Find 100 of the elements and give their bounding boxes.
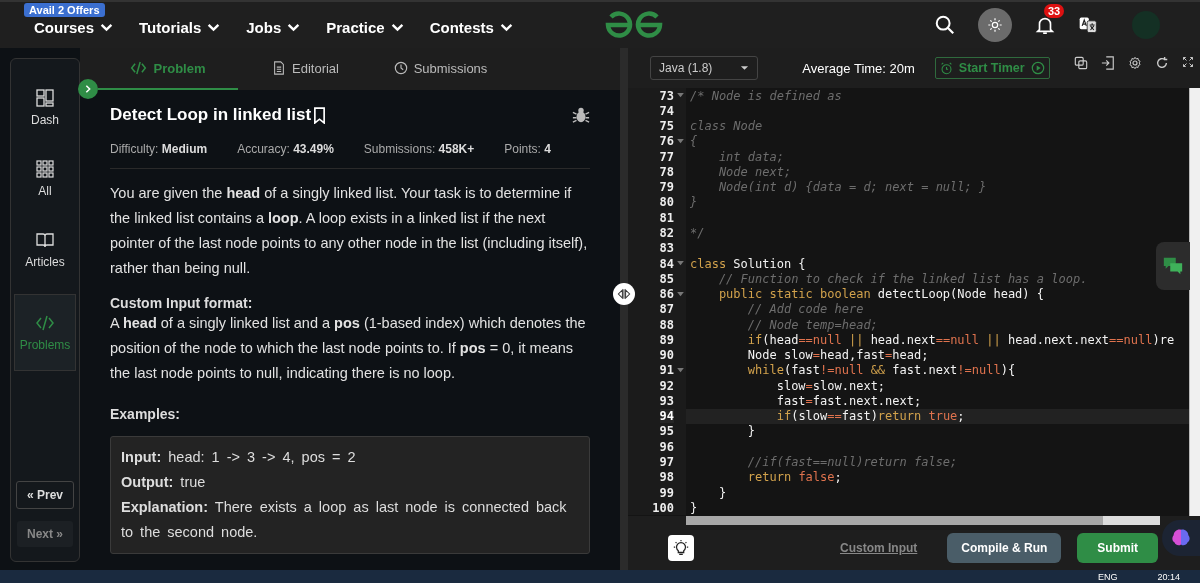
- code-line: if(slow==fast)return true;: [775, 409, 965, 424]
- problem-stat: Submissions: 458K+: [363, 142, 475, 156]
- theme-toggle-button[interactable]: [978, 8, 1012, 42]
- ai-assistant-button[interactable]: [1162, 520, 1200, 556]
- compile-run-button[interactable]: Compile & Run: [947, 532, 1062, 563]
- line-number: 73: [659, 88, 674, 103]
- code-line: */: [689, 226, 705, 240]
- prev-button[interactable]: « Prev: [16, 481, 74, 509]
- nav-menu-item[interactable]: Contests: [429, 18, 513, 36]
- line-number: 80: [659, 195, 674, 210]
- code-line: Node slow=head,fast=head;: [746, 348, 929, 363]
- code-line: fast=fast.next.next;: [775, 393, 922, 408]
- fold-caret-icon[interactable]: [676, 93, 684, 99]
- line-number: 81: [659, 210, 674, 225]
- nav-menu-item[interactable]: Tutorials: [139, 18, 221, 36]
- line-number: 94: [659, 409, 674, 424]
- line-number: 84: [659, 256, 674, 271]
- custom-input-link[interactable]: Custom Input: [834, 539, 924, 556]
- horizontal-scrollbar[interactable]: [686, 516, 1160, 525]
- keyboard-language[interactable]: ENG: [1097, 571, 1118, 582]
- line-number: 82: [659, 226, 674, 240]
- hint-button[interactable]: [668, 534, 694, 561]
- translate-icon[interactable]: [1078, 15, 1098, 35]
- problem-stat: Points: 4: [504, 142, 551, 156]
- line-number: 78: [659, 164, 674, 179]
- vertical-scrollbar[interactable]: [1189, 88, 1200, 516]
- code-line: // Node temp=head;: [746, 317, 878, 332]
- average-time-label: Average Time: 20m: [802, 60, 915, 76]
- tab[interactable]: Submissions: [373, 48, 508, 90]
- tab[interactable]: Problem: [98, 48, 238, 90]
- code-line: Node next;: [717, 164, 792, 179]
- code-line: }: [689, 500, 698, 515]
- sidebar-item[interactable]: Problems: [14, 294, 76, 371]
- dashboard-icon: [35, 88, 55, 108]
- section-heading: Custom Input format:: [110, 295, 254, 311]
- tab[interactable]: Editorial: [238, 48, 373, 90]
- copy-icon[interactable]: [1073, 56, 1088, 70]
- line-number: 99: [659, 485, 674, 500]
- code-line: return false;: [746, 470, 842, 485]
- alarm-icon: [939, 61, 953, 75]
- submit-button[interactable]: Submit: [1077, 532, 1158, 563]
- line-number: 83: [659, 241, 674, 256]
- line-number: 89: [659, 332, 674, 347]
- nav-menu-item[interactable]: Jobs: [246, 18, 301, 36]
- code-line: }: [689, 195, 698, 210]
- reset-icon[interactable]: [1154, 56, 1169, 70]
- problem-stat: Accuracy: 43.49%: [237, 142, 334, 156]
- code-editor[interactable]: [628, 88, 1189, 516]
- import-icon[interactable]: [1100, 56, 1115, 70]
- expand-button[interactable]: [78, 79, 98, 99]
- line-number: 93: [659, 393, 674, 408]
- offers-badge[interactable]: Avail 2 Offers: [24, 3, 105, 17]
- bookmark-icon[interactable]: [313, 106, 327, 124]
- chevron-down-icon: [390, 22, 404, 32]
- chevron-down-icon: [499, 22, 513, 32]
- problem-title: Detect Loop in linked list: [110, 105, 312, 125]
- code-line: public static boolean detectLoop(Node head) {: [717, 287, 1044, 302]
- sidebar-item[interactable]: All: [14, 152, 76, 205]
- logo-icon[interactable]: [604, 11, 664, 39]
- nav-menu-item[interactable]: Practice: [326, 18, 404, 36]
- problem-description: You are given the head of a singly linked list. Your task is to determine if the linked list contains a loop. A loop exists in a linked list if the next pointer of the last node points to any other node in the list (including itself), rather than being null.: [110, 184, 589, 278]
- grid-icon: [35, 159, 55, 179]
- play-icon: [1030, 61, 1045, 75]
- line-number: 98: [659, 470, 674, 485]
- code-line: }: [717, 485, 727, 500]
- nav-menu-item[interactable]: Courses: [34, 18, 114, 36]
- code-line: if(head==null || head.next==null || head.next.next==null)re: [746, 332, 1175, 347]
- code-line: }: [746, 424, 756, 439]
- code-line: {: [689, 134, 698, 149]
- fold-caret-icon[interactable]: [676, 138, 684, 144]
- line-number: 75: [659, 119, 674, 134]
- line-number: 86: [659, 287, 674, 302]
- code-line: Node(int d) {data = d; next = null; }: [717, 180, 987, 195]
- code-line: int data;: [717, 149, 784, 164]
- example-line: Input: head: 1 -> 3 -> 4, pos = 2: [121, 448, 357, 467]
- search-icon[interactable]: [934, 14, 956, 36]
- line-number: 97: [659, 455, 674, 469]
- language-dropdown[interactable]: Java (1.8): [650, 56, 759, 80]
- settings-icon[interactable]: [1127, 56, 1142, 70]
- split-arrows-icon: [616, 288, 632, 300]
- caret-icon: [740, 65, 750, 71]
- problem-stat: Difficulty: Medium: [110, 142, 208, 156]
- next-button[interactable]: Next »: [17, 521, 73, 547]
- section-heading: Examples:: [110, 406, 182, 422]
- chevron-down-icon: [207, 22, 221, 32]
- fold-caret-icon[interactable]: [676, 367, 684, 373]
- fold-caret-icon[interactable]: [676, 291, 684, 297]
- line-number: 88: [659, 317, 674, 332]
- sidebar-item[interactable]: Articles: [14, 223, 76, 276]
- sidebar-item[interactable]: Dash: [14, 81, 76, 134]
- code-line: class Node: [689, 119, 763, 134]
- line-number: 76: [659, 134, 674, 149]
- example-line: Output: true: [121, 473, 207, 492]
- input-format-text: A head of a singly linked list and a pos (1-based index) which denotes the position of the node to which the last node points to. If pos = 0, it means the last node points to null, indicating there is no loop.: [110, 314, 587, 383]
- lightbulb-icon: [672, 538, 690, 557]
- chat-button[interactable]: [1156, 242, 1190, 290]
- start-timer-button[interactable]: Start Timer: [934, 57, 1050, 79]
- bug-icon[interactable]: [572, 106, 590, 124]
- fold-caret-icon[interactable]: [676, 261, 684, 267]
- fullscreen-icon[interactable]: [1181, 56, 1194, 68]
